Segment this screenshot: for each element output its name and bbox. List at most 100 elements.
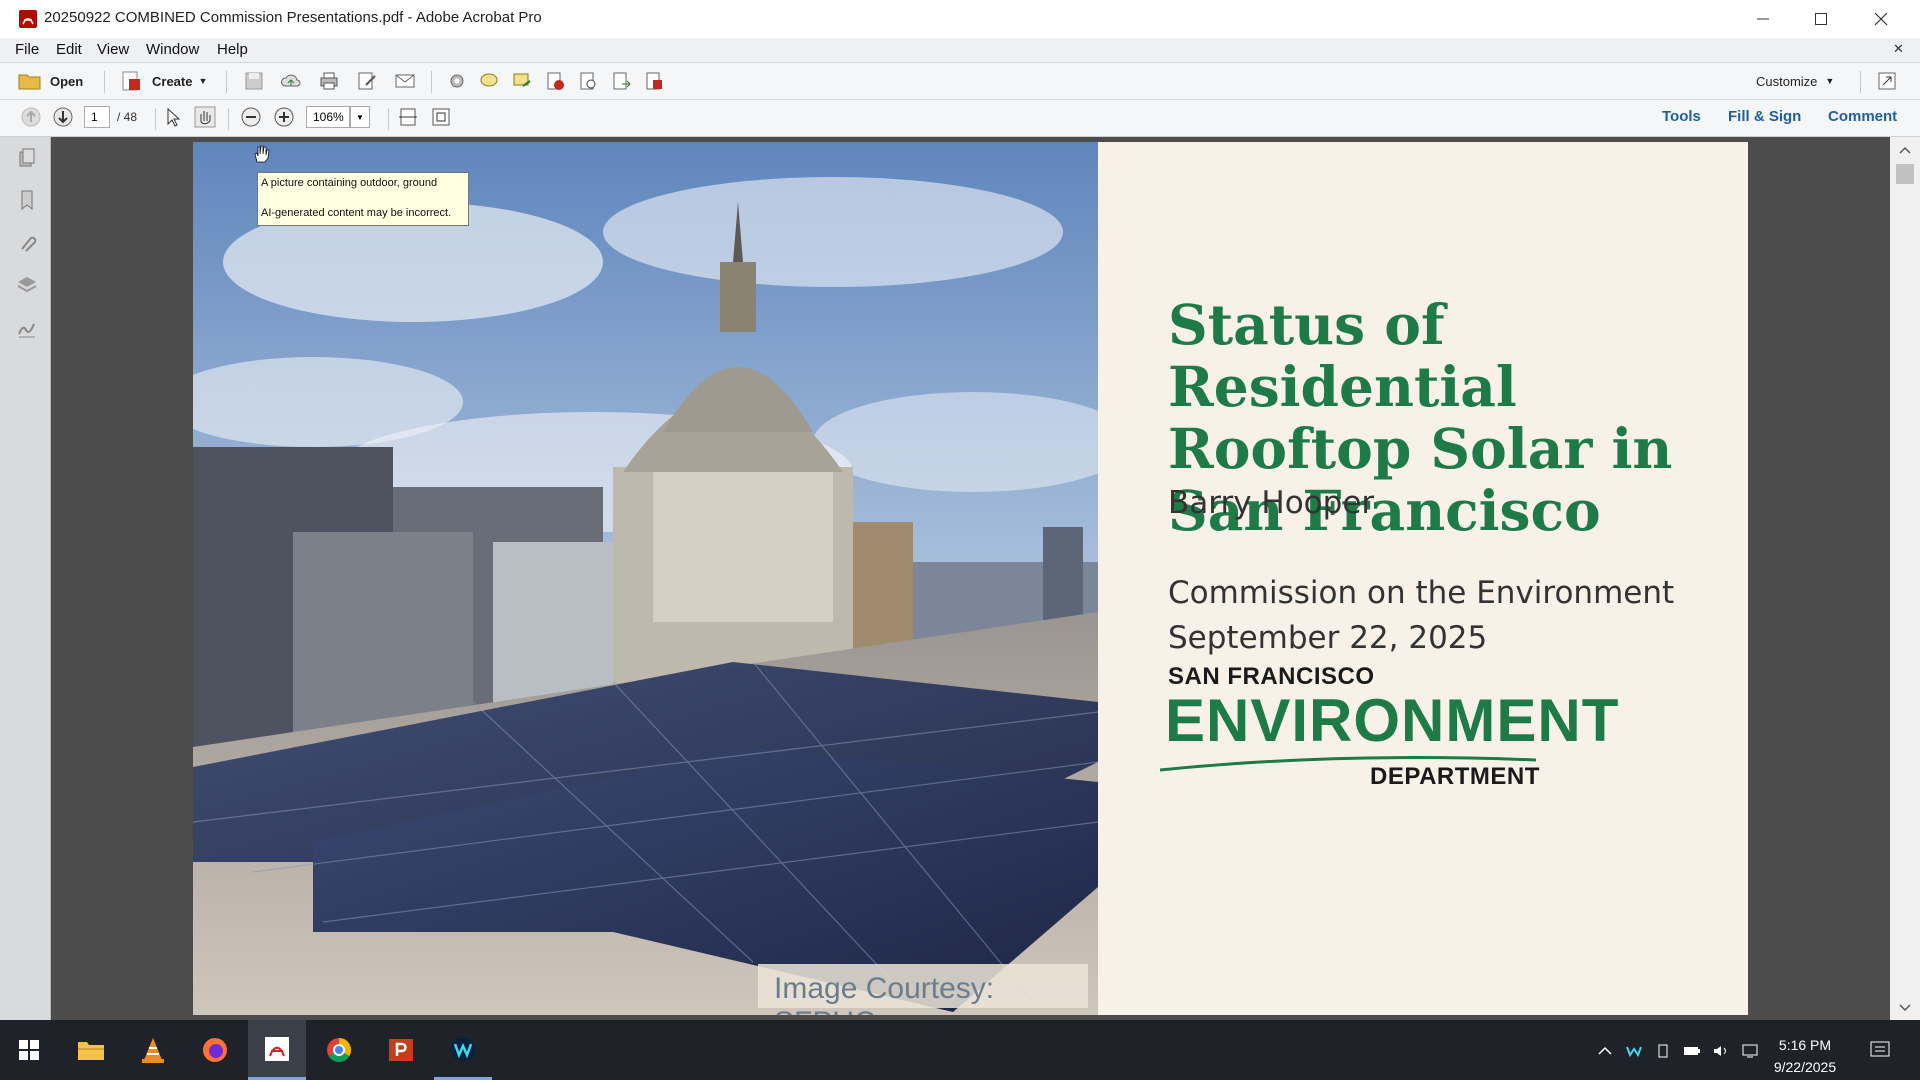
print-icon[interactable] [318, 70, 340, 92]
taskbar-app-chrome[interactable] [310, 1020, 368, 1080]
volume-icon[interactable] [1712, 1043, 1730, 1059]
close-icon [1874, 12, 1888, 26]
navigation-side-panel [0, 137, 51, 1020]
toolbar-separator [1860, 71, 1861, 93]
export-document-icon[interactable] [610, 70, 632, 92]
toolbar-separator [228, 108, 229, 130]
taskbar-app-vlc[interactable] [124, 1020, 182, 1080]
save-icon[interactable] [243, 70, 265, 92]
taskbar-app-powerpoint[interactable] [372, 1020, 430, 1080]
signatures-icon[interactable] [16, 318, 38, 340]
hand-cursor-icon [254, 145, 270, 163]
menu-bar: File Edit View Window Help ✕ [0, 38, 1920, 63]
maximize-icon [1815, 13, 1827, 25]
vertical-scrollbar[interactable] [1890, 137, 1920, 1020]
scrollbar-thumb[interactable] [1896, 164, 1914, 184]
redact-icon[interactable] [544, 70, 566, 92]
chevron-down-icon: ▼ [1825, 76, 1835, 86]
page-thumbnails-icon[interactable] [16, 147, 38, 169]
folder-icon [18, 74, 41, 90]
next-page-icon[interactable] [52, 106, 74, 128]
taskbar-app-webex[interactable] [434, 1020, 492, 1080]
toolbar-separator [226, 71, 227, 93]
firefox-icon [203, 1038, 227, 1062]
chevron-down-icon: ▼ [198, 76, 208, 86]
email-icon[interactable] [394, 70, 416, 92]
customize-dropdown[interactable]: Customize ▼ [1756, 69, 1834, 93]
battery-icon[interactable] [1683, 1043, 1701, 1059]
toolbar-separator [431, 71, 432, 93]
toolbar-separator [155, 108, 156, 130]
clock-date: 9/22/2025 [1773, 1059, 1837, 1075]
page-count: / 48 [117, 110, 138, 124]
zoom-in-icon[interactable] [273, 106, 295, 128]
hand-tool-icon[interactable] [194, 106, 216, 128]
tools-link[interactable]: Tools [1662, 108, 1701, 125]
menu-view[interactable]: View [97, 41, 129, 58]
bookmarks-icon[interactable] [16, 189, 38, 211]
form-document-icon[interactable] [643, 70, 665, 92]
comment-bubble-icon[interactable] [478, 70, 500, 92]
minimize-button[interactable] [1734, 0, 1792, 38]
cloud-upload-icon[interactable] [280, 70, 302, 92]
create-button[interactable]: Create ▼ [120, 69, 207, 93]
layers-icon[interactable] [16, 274, 38, 296]
show-hidden-icons-icon[interactable] [1596, 1043, 1614, 1059]
menu-file[interactable]: File [15, 41, 39, 58]
protect-document-icon[interactable] [577, 70, 599, 92]
menu-window[interactable]: Window [146, 41, 199, 58]
close-button[interactable] [1852, 0, 1910, 38]
powerpoint-icon [389, 1039, 413, 1061]
start-button[interactable] [0, 1020, 58, 1080]
attachments-icon[interactable] [16, 232, 38, 254]
toolbar-separator [388, 108, 389, 130]
zoom-level-input[interactable]: 106% [306, 106, 350, 128]
file-explorer-icon [78, 1042, 104, 1060]
main-toolbar: Open Create ▼ Customize ▼ [0, 63, 1920, 100]
menu-edit[interactable]: Edit [56, 41, 82, 58]
zoom-dropdown-button[interactable]: ▼ [350, 106, 370, 128]
create-pdf-icon [122, 71, 140, 91]
scroll-up-icon[interactable] [1898, 145, 1912, 155]
menu-help[interactable]: Help [217, 41, 248, 58]
system-clock[interactable]: 5:16 PM 9/22/2025 [1760, 1034, 1850, 1078]
previous-page-icon[interactable] [20, 106, 42, 128]
tooltip-line-2: AI-generated content may be incorrect. [261, 207, 452, 219]
edit-document-icon[interactable] [356, 70, 378, 92]
open-button[interactable]: Open [18, 69, 83, 93]
window-title: 20250922 COMBINED Commission Presentatio… [44, 9, 542, 26]
share-review-icon[interactable] [511, 70, 533, 92]
close-document-icon[interactable]: ✕ [1893, 41, 1904, 57]
usb-device-icon[interactable] [1654, 1043, 1672, 1059]
toolbar-separator [104, 71, 105, 93]
expand-fullscreen-icon[interactable] [1876, 70, 1898, 92]
maximize-button[interactable] [1792, 0, 1850, 38]
acrobat-app-icon [19, 10, 37, 28]
chevron-down-icon: ▼ [356, 112, 364, 122]
fit-page-icon[interactable] [430, 106, 452, 128]
taskbar-app-firefox[interactable] [186, 1020, 244, 1080]
scroll-down-icon[interactable] [1898, 1003, 1912, 1013]
settings-gear-icon[interactable] [446, 70, 468, 92]
webex-tray-icon[interactable] [1625, 1043, 1643, 1059]
acrobat-icon [265, 1036, 289, 1061]
minimize-icon [1757, 18, 1769, 20]
comment-link[interactable]: Comment [1828, 108, 1897, 125]
taskbar-app-acrobat[interactable] [248, 1020, 306, 1080]
alt-text-tooltip: A picture containing outdoor, ground AI-… [257, 172, 469, 226]
logo-line-3: DEPARTMENT [1370, 763, 1540, 790]
fill-sign-link[interactable]: Fill & Sign [1728, 108, 1801, 125]
tooltip-line-1: A picture containing outdoor, ground [261, 177, 438, 189]
webex-icon [451, 1036, 475, 1061]
vlc-icon [142, 1038, 164, 1063]
fit-width-icon[interactable] [397, 106, 419, 128]
start-icon [19, 1040, 39, 1060]
network-icon[interactable] [1741, 1043, 1759, 1059]
sf-environment-logo: SAN FRANCISCO ENVIRONMENT DEPARTMENT [193, 142, 1748, 1015]
page-number-input[interactable]: 1 [84, 106, 110, 128]
zoom-out-icon[interactable] [240, 106, 262, 128]
notifications-icon[interactable] [1869, 1040, 1891, 1060]
taskbar-app-file-explorer[interactable] [62, 1020, 120, 1080]
select-cursor-icon[interactable] [162, 106, 184, 128]
title-bar: 20250922 COMBINED Commission Presentatio… [0, 0, 1920, 38]
